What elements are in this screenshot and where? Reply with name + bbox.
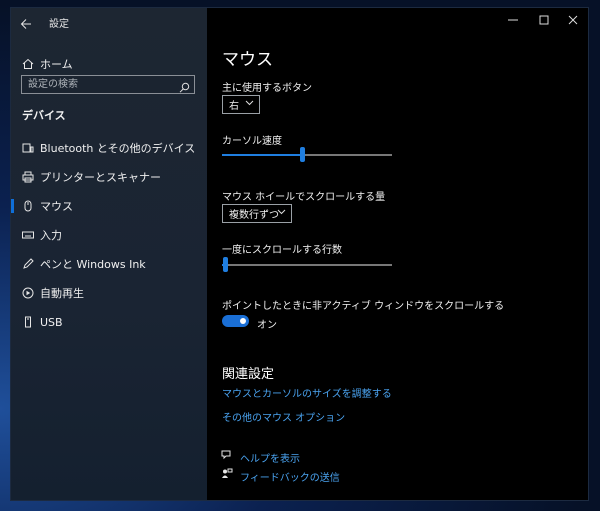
pen-icon <box>21 257 35 271</box>
mouse-icon <box>21 199 35 213</box>
home-icon <box>21 57 35 71</box>
toggle-knob <box>240 318 246 324</box>
help-icon <box>221 449 233 461</box>
sidebar-item-label: 自動再生 <box>40 287 84 300</box>
sidebar-item-pen[interactable]: ペンと Windows Ink <box>11 251 207 277</box>
feedback-link[interactable]: フィードバックの送信 <box>240 469 340 484</box>
chevron-down-icon <box>245 98 254 110</box>
back-arrow-icon[interactable] <box>20 15 32 34</box>
search-icon[interactable] <box>179 78 190 97</box>
window-title: 設定 <box>49 19 69 30</box>
sidebar-item-label: マウス <box>40 200 73 213</box>
related-settings-title: 関連設定 <box>222 367 275 382</box>
scroll-lines-label: 一度にスクロールする行数 <box>222 245 342 256</box>
printer-icon <box>21 170 35 184</box>
toggle-state-label: オン <box>257 320 277 331</box>
autoplay-icon <box>21 286 35 300</box>
slider-thumb[interactable] <box>223 257 228 272</box>
feedback-icon <box>221 468 233 480</box>
sidebar-item-bluetooth[interactable]: Bluetooth とその他のデバイス <box>11 135 207 161</box>
sidebar-item-input[interactable]: 入力 <box>11 222 207 248</box>
cursor-speed-slider[interactable] <box>222 147 392 162</box>
sidebar-item-label: プリンターとスキャナー <box>40 171 161 184</box>
primary-button-dropdown[interactable]: 右 <box>222 95 260 114</box>
slider-fill <box>222 154 302 156</box>
sidebar-item-mouse[interactable]: マウス <box>11 193 207 219</box>
dropdown-value: 右 <box>229 101 239 112</box>
primary-button-label: 主に使用するボタン <box>222 83 312 94</box>
sidebar-home-label: ホーム <box>40 58 73 71</box>
sidebar-item-usb[interactable]: USB <box>11 309 207 335</box>
more-mouse-options-link[interactable]: その他のマウス オプション <box>222 409 345 424</box>
bluetooth-devices-icon <box>21 141 35 155</box>
slider-thumb[interactable] <box>300 147 305 162</box>
sidebar-section-title: デバイス <box>22 109 66 122</box>
sidebar-item-label: ペンと Windows Ink <box>40 258 146 271</box>
wheel-scroll-label: マウス ホイールでスクロールする量 <box>222 192 386 203</box>
search-input[interactable] <box>28 77 178 92</box>
sidebar-item-autoplay[interactable]: 自動再生 <box>11 280 207 306</box>
main-content: マウス 主に使用するボタン 右 カーソル速度 マウス ホイールでスクロールする量… <box>207 8 588 500</box>
sidebar-item-label: USB <box>40 315 63 329</box>
usb-icon <box>21 315 35 329</box>
scroll-lines-slider[interactable] <box>222 257 392 272</box>
search-box[interactable] <box>21 75 195 94</box>
help-link[interactable]: ヘルプを表示 <box>240 450 300 465</box>
sidebar-item-home[interactable]: ホーム <box>11 51 207 77</box>
sidebar-item-label: 入力 <box>40 229 62 242</box>
sidebar: ホーム デバイス Bluetooth とその他のデバイス プリンターとスキャナー <box>11 8 207 500</box>
dropdown-value: 複数行ずつ <box>229 210 279 221</box>
settings-window: ホーム デバイス Bluetooth とその他のデバイス プリンターとスキャナー <box>11 8 588 500</box>
inactive-scroll-toggle[interactable] <box>222 315 249 327</box>
adjust-cursor-size-link[interactable]: マウスとカーソルのサイズを調整する <box>222 385 392 400</box>
keyboard-icon <box>21 228 35 242</box>
wheel-scroll-dropdown[interactable]: 複数行ずつ <box>222 204 292 223</box>
page-title: マウス <box>222 50 273 70</box>
sidebar-item-printers[interactable]: プリンターとスキャナー <box>11 164 207 190</box>
chevron-down-icon <box>277 207 286 219</box>
sidebar-item-label: Bluetooth とその他のデバイス <box>40 142 196 155</box>
cursor-speed-label: カーソル速度 <box>222 136 282 147</box>
inactive-scroll-label: ポイントしたときに非アクティブ ウィンドウをスクロールする <box>222 301 505 312</box>
